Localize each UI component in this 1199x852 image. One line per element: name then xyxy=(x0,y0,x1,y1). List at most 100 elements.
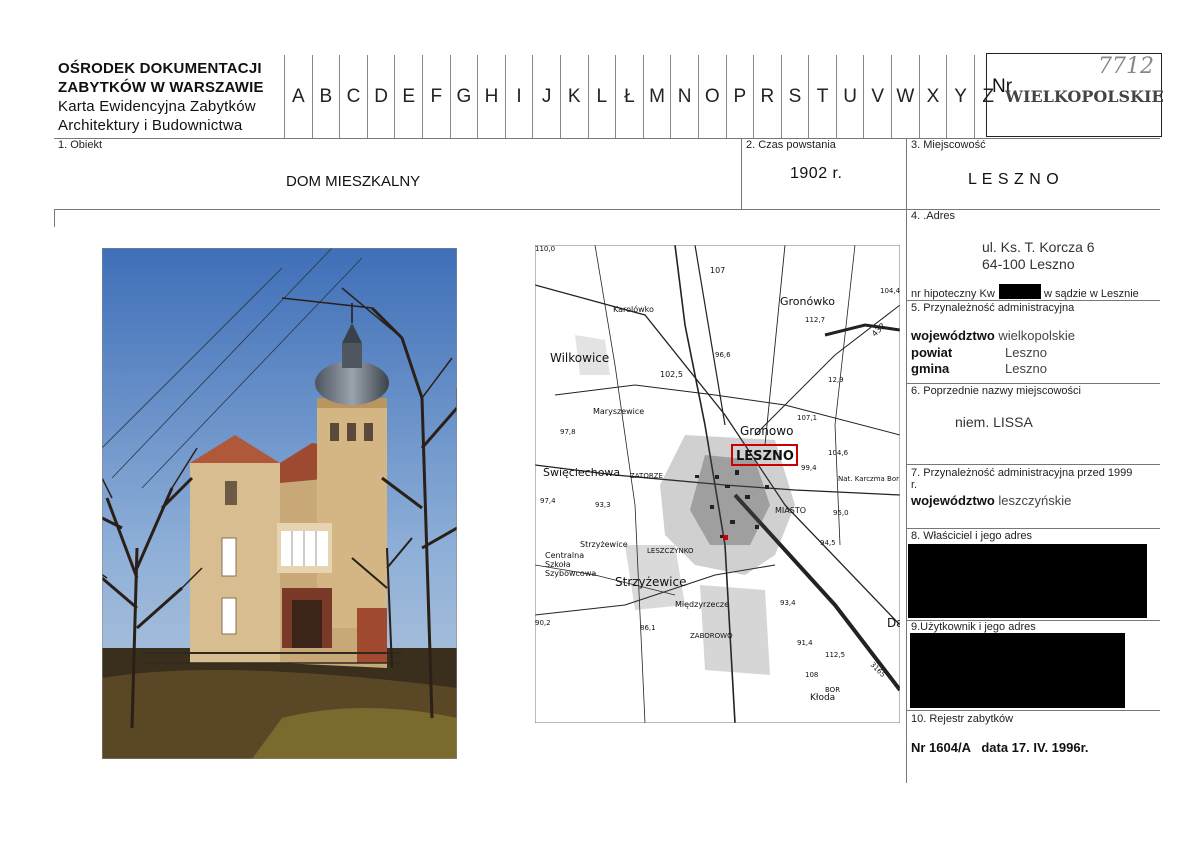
powiat-value: Leszno xyxy=(1005,345,1047,360)
svg-text:Gronówko: Gronówko xyxy=(780,295,835,308)
svg-text:Karolówko: Karolówko xyxy=(613,304,654,314)
svg-text:Gronowo: Gronowo xyxy=(740,424,793,438)
wojewodztwo-key: województwo xyxy=(911,328,995,343)
index-letter: A xyxy=(284,55,312,139)
svg-text:93,4: 93,4 xyxy=(780,599,796,607)
index-letter: D xyxy=(366,55,395,139)
svg-text:Kłoda: Kłoda xyxy=(810,693,835,703)
index-letter: B xyxy=(311,55,340,139)
rejestr-value: Nr 1604/A data 17. IV. 1996r. xyxy=(911,740,1089,755)
powiat-key: powiat xyxy=(911,345,953,360)
adres-line-1: ul. Ks. T. Korcza 6 xyxy=(982,239,1095,255)
wojewodztwo-row: województwo wielkopolskie xyxy=(911,328,1075,343)
svg-text:ZABOROWO: ZABOROWO xyxy=(690,632,733,640)
redaction-owner xyxy=(908,544,1147,618)
photo-corner-mark xyxy=(54,209,55,227)
org-line-4: Architektury i Budownictwa xyxy=(58,117,243,134)
svg-text:110,0: 110,0 xyxy=(535,245,555,253)
svg-text:Święciechowa: Święciechowa xyxy=(543,466,620,479)
svg-text:97,8: 97,8 xyxy=(560,428,576,436)
svg-text:93,3: 93,3 xyxy=(595,501,611,509)
location-map: Wilkowice Karolówko Gronówko Gronowo LES… xyxy=(535,245,900,723)
svg-text:104,6: 104,6 xyxy=(828,449,849,457)
svg-text:112,7: 112,7 xyxy=(805,316,825,324)
obiekt-value: DOM MIESZKALNY xyxy=(286,173,421,190)
svg-text:90,2: 90,2 xyxy=(535,619,551,627)
wojewodztwo-1999-row: województwo leszczyńskie xyxy=(911,493,1071,508)
index-letter: M xyxy=(642,55,671,139)
redaction-kw xyxy=(999,284,1041,299)
index-letter: R xyxy=(753,55,781,139)
obiekt-label: 1. Obiekt xyxy=(58,139,103,151)
map-label-wilkowice: Wilkowice xyxy=(550,351,609,365)
poprzednie-value: niem. LISSA xyxy=(955,414,1033,430)
index-letter: K xyxy=(559,55,588,139)
svg-text:104,4: 104,4 xyxy=(880,287,900,295)
svg-text:112,5: 112,5 xyxy=(825,651,845,659)
index-letter: I xyxy=(504,55,533,139)
svg-text:BOR: BOR xyxy=(825,686,840,694)
building-photo xyxy=(102,248,457,759)
svg-text:91,4: 91,4 xyxy=(797,639,813,647)
svg-text:MIASTO: MIASTO xyxy=(775,506,806,515)
svg-text:12,9: 12,9 xyxy=(828,376,844,384)
uzytkownik-label: 9.Użytkownik i jego adres xyxy=(911,621,1036,633)
miejscowosc-value: L E S Z N O xyxy=(968,171,1060,188)
svg-text:95,0: 95,0 xyxy=(833,509,849,517)
rule-5 xyxy=(906,383,1160,384)
index-letter: G xyxy=(449,55,478,139)
svg-text:96,6: 96,6 xyxy=(715,351,731,359)
org-line-1: OŚRODEK DOKUMENTACJI xyxy=(58,60,262,77)
rejestr-label: 10. Rejestr zabytków xyxy=(911,713,1014,725)
index-letter: U xyxy=(835,55,864,139)
svg-text:99,4: 99,4 xyxy=(801,464,817,472)
svg-text:LESZCZYNKO: LESZCZYNKO xyxy=(647,547,694,555)
handwritten-number: 7712 xyxy=(1098,54,1154,79)
index-letter: S xyxy=(780,55,809,139)
svg-text:Strzyżewice: Strzyżewice xyxy=(615,575,686,589)
region-stamp: WIELKOPOLSKIE xyxy=(1005,87,1164,106)
index-letter: J xyxy=(532,55,560,139)
index-letter: H xyxy=(477,55,505,139)
svg-text:Dą: Dą xyxy=(887,616,900,630)
adres-line-2: 64-100 Leszno xyxy=(982,256,1075,272)
poprzednie-label: 6. Poprzednie nazwy miejscowości xyxy=(911,385,1081,397)
hipoteczny-suffix: w sądzie w Lesznie xyxy=(1044,288,1139,300)
svg-text:94,5: 94,5 xyxy=(820,539,836,547)
col-divider-2 xyxy=(906,138,907,783)
svg-text:86,1: 86,1 xyxy=(640,624,656,632)
org-line-3: Karta Ewidencyjna Zabytków xyxy=(58,98,256,115)
svg-text:Szkoła: Szkoła xyxy=(545,560,571,569)
index-letter: P xyxy=(725,55,754,139)
hipoteczny-prefix: nr hipoteczny Kw xyxy=(911,288,995,300)
org-line-2: ZABYTKÓW W WARSZAWIE xyxy=(58,79,264,96)
svg-text:Maryszewice: Maryszewice xyxy=(593,407,644,416)
index-letter: E xyxy=(394,55,422,139)
gmina-value: Leszno xyxy=(1005,361,1047,376)
record-card: OŚRODEK DOKUMENTACJI ZABYTKÓW W WARSZAWI… xyxy=(0,0,1199,852)
czas-label: 2. Czas powstania xyxy=(746,139,836,151)
wojewodztwo-1999-key: województwo xyxy=(911,493,995,508)
row1-rule xyxy=(54,209,1160,210)
redaction-user xyxy=(910,633,1125,708)
miejscowosc-label: 3. Miejscowość xyxy=(911,139,986,151)
adres-label: 4. .Adres xyxy=(911,210,956,222)
index-letter: T xyxy=(808,55,836,139)
rule-7 xyxy=(906,528,1160,529)
svg-text:Międzyrzecze: Międzyrzecze xyxy=(675,600,729,609)
svg-text:107,1: 107,1 xyxy=(797,414,817,422)
index-letter: V xyxy=(863,55,891,139)
svg-text:Szybowcowa: Szybowcowa xyxy=(545,569,596,578)
przyn1999-label-2: r. xyxy=(911,479,918,491)
svg-text:102,5: 102,5 xyxy=(660,370,683,379)
index-letter: O xyxy=(697,55,726,139)
svg-text:Centralna: Centralna xyxy=(545,551,584,560)
rule-6 xyxy=(906,464,1160,465)
col-divider-1 xyxy=(741,138,742,209)
wlasciciel-label: 8. Właściciel i jego adres xyxy=(911,530,1033,542)
index-letter: C xyxy=(339,55,367,139)
wojewodztwo-value: wielkopolskie xyxy=(998,328,1075,343)
svg-text:108: 108 xyxy=(805,671,818,679)
czas-value: 1902 r. xyxy=(790,165,843,182)
organization-block: OŚRODEK DOKUMENTACJI ZABYTKÓW W WARSZAWI… xyxy=(58,59,264,135)
